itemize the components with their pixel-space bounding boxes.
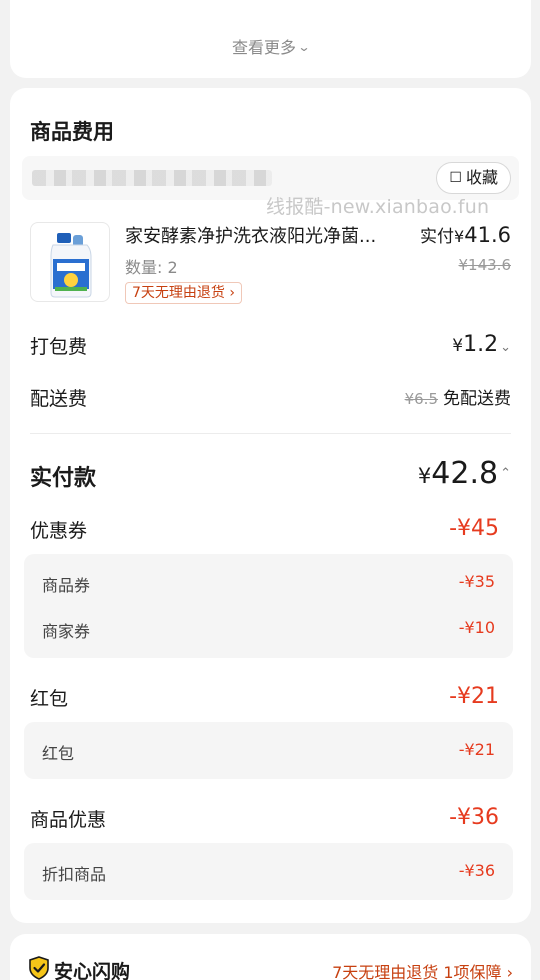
list-item: 红包 -¥21 (42, 740, 495, 763)
packing-fee-label: 打包费 (30, 336, 88, 358)
coupon-label: 优惠券 (30, 520, 88, 542)
original-price: ¥143.6 (458, 256, 512, 274)
chevron-down-icon: ⌄ (297, 40, 311, 54)
delivery-fee-label: 配送费 (30, 388, 88, 410)
total-row[interactable]: 实付款 ¥42.8 ⌃ (30, 456, 511, 492)
return-policy-label: 7天无理由退货 (132, 285, 225, 301)
list-item: 商家券 -¥10 (42, 618, 495, 641)
paid-label: 实付 (420, 227, 455, 247)
packing-fee-row[interactable]: 打包费 ¥1.2 ⌄ (30, 332, 511, 360)
currency-symbol: ¥ (417, 464, 432, 488)
section-title: 商品费用 (30, 120, 114, 144)
coupon-item-label: 商家券 (42, 622, 91, 641)
red-packet-label: 红包 (30, 688, 69, 710)
total-value: ¥42.8 ⌃ (418, 456, 511, 491)
product-discount-item-label: 折扣商品 (42, 865, 107, 884)
red-packet-amount: -¥21 (449, 684, 499, 709)
coupon-details: 商品券 -¥35 商家券 -¥10 (24, 554, 513, 658)
store-name-blurred (32, 170, 272, 186)
cut-off-row (30, 0, 511, 4)
product-name[interactable]: 家安酵素净护洗衣液阳光净菌... (125, 222, 413, 248)
list-item: 商品券 -¥35 (42, 572, 495, 595)
chevron-down-icon: ⌄ (500, 340, 511, 355)
delivery-fee-original: ¥6.5 (404, 390, 438, 408)
red-packet-row: 红包 -¥21 (30, 684, 499, 714)
safe-flash-title: 安心闪购 (54, 961, 131, 980)
currency-symbol: ¥ (454, 227, 465, 246)
product-discount-label: 商品优惠 (30, 809, 107, 831)
delivery-fee-value: ¥6.5 免配送费 (405, 384, 511, 409)
packing-fee-amount: 1.2 (463, 332, 499, 357)
divider (30, 433, 511, 434)
coupon-amount: -¥45 (449, 516, 499, 541)
product-row[interactable]: 家安酵素净护洗衣液阳光净菌... 数量: 2 7天无理由退货 › 实付¥41.6… (30, 222, 511, 304)
product-discount-item-amount: -¥36 (458, 861, 495, 880)
coupon-item-label: 商品券 (42, 576, 91, 595)
total-label: 实付款 (30, 466, 97, 491)
coupon-item-amount: -¥10 (458, 618, 495, 637)
chevron-right-icon: › (501, 963, 513, 980)
product-discount-row: 商品优惠 -¥36 (30, 805, 499, 835)
currency-symbol: ¥ (452, 336, 464, 356)
product-discount-amount: -¥36 (449, 805, 499, 830)
delivery-fee-row: 配送费 ¥6.5 免配送费 (30, 384, 511, 412)
total-amount: 42.8 (431, 456, 499, 491)
fees-card: 商品费用 ☐ 收藏 线报酷-new.xianbao.fun 家安酵素净护洗衣液阳… (10, 88, 531, 923)
paid-amount: 41.6 (464, 223, 511, 247)
product-discount-details: 折扣商品 -¥36 (24, 843, 513, 900)
product-paid-price: 实付¥41.6 (420, 222, 511, 247)
favorite-button[interactable]: ☐ 收藏 (436, 162, 511, 194)
delivery-fee-free: 免配送费 (443, 389, 511, 409)
chevron-up-icon: ⌃ (500, 466, 511, 481)
red-packet-details: 红包 -¥21 (24, 722, 513, 779)
bookmark-icon: ☐ (449, 170, 462, 186)
red-packet-item-amount: -¥21 (458, 740, 495, 759)
chevron-right-icon: › (224, 285, 235, 301)
coupon-item-amount: -¥35 (458, 572, 495, 591)
safe-flash-card[interactable]: 安心闪购 7天无理由退货 1项保障 › (10, 934, 531, 980)
shield-check-icon (29, 956, 49, 980)
list-item: 折扣商品 -¥36 (42, 861, 495, 884)
red-packet-item-label: 红包 (42, 744, 75, 763)
favorite-label: 收藏 (465, 168, 498, 187)
coupon-row: 优惠券 -¥45 (30, 516, 499, 546)
guarantee-link[interactable]: 7天无理由退货 1项保障 › (332, 959, 513, 980)
detergent-bottle-icon (50, 233, 92, 298)
watermark: 线报酷-new.xianbao.fun (266, 196, 490, 218)
guarantee-label: 7天无理由退货 1项保障 (332, 963, 502, 980)
order-info-card: 查看更多⌄ (10, 0, 531, 78)
see-more-label: 查看更多 (231, 38, 296, 57)
packing-fee-value: ¥1.2 ⌄ (452, 332, 511, 357)
product-quantity: 数量: 2 (125, 258, 178, 277)
product-image[interactable] (30, 222, 110, 302)
return-policy-tag[interactable]: 7天无理由退货 › (125, 282, 242, 304)
see-more-link[interactable]: 查看更多⌄ (10, 34, 531, 58)
